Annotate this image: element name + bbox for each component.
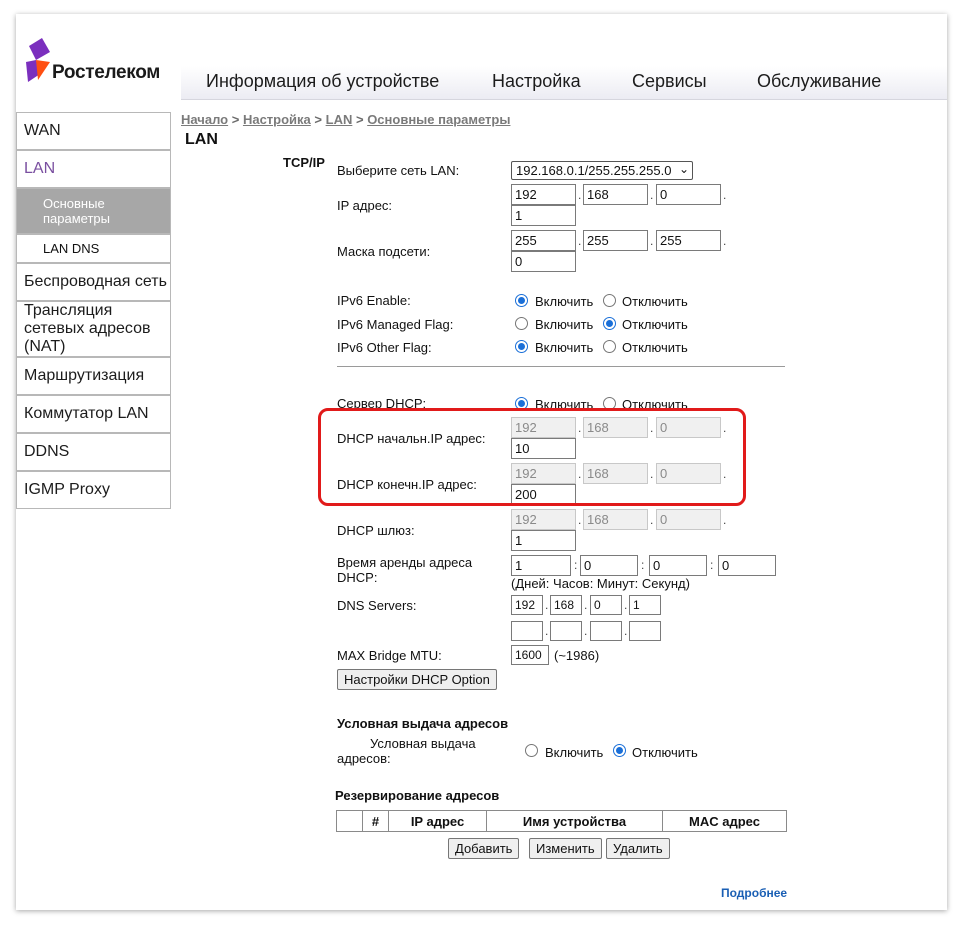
ipv6-other-off-radio[interactable] — [603, 340, 616, 353]
mtu-label: MAX Bridge MTU: — [337, 648, 442, 663]
conditional-on-label: Включить — [545, 745, 604, 760]
ipv6-other-on-radio[interactable] — [515, 340, 528, 353]
dns2-octet-4[interactable] — [629, 621, 661, 641]
dns1-octet-3[interactable] — [590, 595, 622, 615]
ipv6-managed-label: IPv6 Managed Flag: — [337, 317, 454, 332]
sidebar-item-wan[interactable]: WAN — [16, 112, 171, 150]
highlight-frame — [318, 408, 746, 506]
ipv6-managed-off-radio[interactable] — [603, 317, 616, 330]
add-button[interactable]: Добавить — [448, 838, 520, 859]
ipv6-enable-on-radio[interactable] — [515, 294, 528, 307]
conditional-label-line2: адресов: — [337, 751, 391, 766]
ipv6-managed-off-label: Отключить — [622, 317, 688, 332]
col-mac: MAC адрес — [662, 810, 787, 832]
conditional-label-line1: Условная выдача — [370, 736, 476, 751]
ip-octet-3[interactable] — [656, 184, 721, 205]
breadcrumb-settings[interactable]: Настройка — [243, 112, 311, 127]
col-device-name: Имя устройства — [486, 810, 663, 832]
table-header-row: # IP адрес Имя устройства MAC адрес — [336, 810, 787, 832]
ip-label: IP адрес: — [337, 198, 393, 213]
mtu-input[interactable] — [511, 645, 549, 665]
dhcp-gateway-octet-3 — [656, 509, 721, 530]
sidebar-item-wireless[interactable]: Беспроводная сеть — [16, 263, 171, 301]
reservation-table: # IP адрес Имя устройства MAC адрес — [336, 810, 787, 832]
lan-select[interactable]: 192.168.0.1/255.255.255.0 ⌄ — [511, 161, 693, 180]
lease-time-label: Время аренды адреса DHCP: — [337, 555, 473, 585]
ipv6-other-label: IPv6 Other Flag: — [337, 340, 432, 355]
dns-servers-label: DNS Servers: — [337, 598, 417, 613]
tcpip-section-label: TCP/IP — [283, 155, 325, 170]
dhcp-option-button[interactable]: Настройки DHCP Option — [337, 669, 497, 690]
router-page: Ростелеком Информация об устройстве Наст… — [16, 14, 947, 910]
nav-device-info[interactable]: Информация об устройстве — [206, 71, 439, 92]
sidebar-item-lan-switch[interactable]: Коммутатор LAN — [16, 395, 171, 433]
nav-services[interactable]: Сервисы — [632, 71, 707, 92]
sidebar-subitem-lan-dns[interactable]: LAN DNS — [16, 234, 171, 263]
brand-name: Ростелеком — [52, 62, 161, 83]
dns2-octet-1[interactable] — [511, 621, 543, 641]
edit-button[interactable]: Изменить — [529, 838, 602, 859]
conditional-title: Условная выдача адресов — [337, 716, 509, 731]
dns1-octet-2[interactable] — [550, 595, 582, 615]
sidebar-item-routing[interactable]: Маршрутизация — [16, 357, 171, 395]
col-select — [336, 810, 363, 832]
lease-days-input[interactable] — [511, 555, 571, 576]
chevron-down-icon: ⌄ — [678, 162, 689, 176]
sidebar-item-lan[interactable]: LAN — [16, 150, 171, 188]
divider — [337, 366, 785, 367]
top-nav: Информация об устройстве Настройка Серви… — [181, 66, 947, 100]
lease-seconds-input[interactable] — [718, 555, 776, 576]
conditional-off-label: Отключить — [632, 745, 698, 760]
ip-octet-2[interactable] — [583, 184, 648, 205]
sidebar-item-ddns[interactable]: DDNS — [16, 433, 171, 471]
ipv6-managed-on-radio[interactable] — [515, 317, 528, 330]
dhcp-gateway-octet-1 — [511, 509, 576, 530]
lan-select-label: Выберите сеть LAN: — [337, 163, 460, 178]
ipv6-enable-on-label: Включить — [535, 294, 594, 309]
page-title: LAN — [185, 131, 218, 148]
dhcp-gateway-octet-4[interactable] — [511, 530, 576, 551]
dns1-octet-4[interactable] — [629, 595, 661, 615]
nav-maintenance[interactable]: Обслуживание — [757, 71, 881, 92]
ipv6-enable-off-radio[interactable] — [603, 294, 616, 307]
delete-button[interactable]: Удалить — [606, 838, 670, 859]
conditional-off-radio[interactable] — [613, 744, 626, 757]
sidebar-subitem-basic-params[interactable]: Основные параметры — [16, 188, 171, 234]
dhcp-gateway-octet-2 — [583, 509, 648, 530]
nav-settings[interactable]: Настройка — [492, 71, 581, 92]
breadcrumb-home[interactable]: Начало — [181, 112, 228, 127]
ipv6-other-off-label: Отключить — [622, 340, 688, 355]
more-link[interactable]: Подробнее — [721, 886, 787, 900]
conditional-on-radio[interactable] — [525, 744, 538, 757]
lease-hint: (Дней: Часов: Минут: Секунд) — [511, 576, 690, 591]
ipv6-enable-off-label: Отключить — [622, 294, 688, 309]
ipv6-managed-on-label: Включить — [535, 317, 594, 332]
breadcrumb-basic-params[interactable]: Основные параметры — [367, 112, 510, 127]
breadcrumb-lan[interactable]: LAN — [326, 112, 353, 127]
reservation-title: Резервирование адресов — [335, 788, 500, 803]
dns2-octet-3[interactable] — [590, 621, 622, 641]
ipv6-other-on-label: Включить — [535, 340, 594, 355]
lease-hours-input[interactable] — [580, 555, 638, 576]
mask-octet-4[interactable] — [511, 251, 576, 272]
dns2-octet-2[interactable] — [550, 621, 582, 641]
sidebar-item-igmp-proxy[interactable]: IGMP Proxy — [16, 471, 171, 509]
mask-octet-3[interactable] — [656, 230, 721, 251]
breadcrumb: Начало > Настройка > LAN > Основные пара… — [181, 112, 511, 127]
rostelecom-logo-icon — [26, 38, 50, 82]
mtu-hint: (~1986) — [554, 648, 600, 663]
dhcp-gateway-label: DHCP шлюз: — [337, 523, 415, 538]
mask-octet-2[interactable] — [583, 230, 648, 251]
ip-octet-1[interactable] — [511, 184, 576, 205]
ip-octet-4[interactable] — [511, 205, 576, 226]
col-ip: IP адрес — [388, 810, 487, 832]
ipv6-enable-label: IPv6 Enable: — [337, 293, 411, 308]
lease-minutes-input[interactable] — [649, 555, 707, 576]
col-number: # — [362, 810, 389, 832]
mask-octet-1[interactable] — [511, 230, 576, 251]
mask-label: Маска подсети: — [337, 244, 431, 259]
dns1-octet-1[interactable] — [511, 595, 543, 615]
sidebar-item-nat[interactable]: Трансляция сетевых адресов (NAT) — [16, 301, 171, 357]
